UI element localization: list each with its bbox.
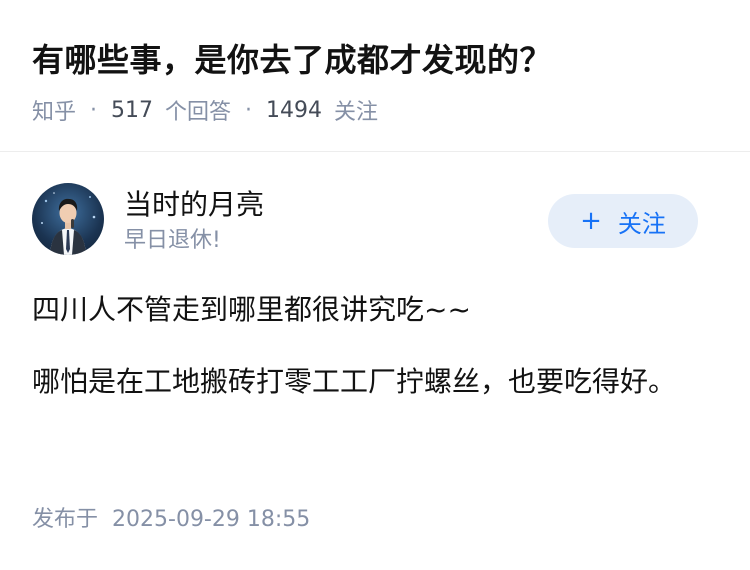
author-name[interactable]: 当时的月亮	[124, 185, 264, 225]
follow-button-label: 关注	[617, 209, 666, 238]
publish-time: 发布于 2025-09-29 18:55	[32, 502, 310, 538]
follower-count-label: 关注	[334, 100, 379, 125]
answer-count: 517	[111, 97, 154, 123]
follower-count: 1494	[266, 97, 323, 123]
question-header: 有哪些事，是你去了成都才发现的？ 知乎 · 517 个回答 · 1494 关注	[0, 0, 750, 152]
answer-paragraph: 四川人不管走到哪里都很讲究吃~~	[32, 293, 471, 326]
source-label[interactable]: 知乎	[32, 94, 76, 126]
question-title[interactable]: 有哪些事，是你去了成都才发现的？	[32, 36, 552, 84]
separator-dot: ·	[90, 97, 98, 123]
avatar[interactable]	[32, 183, 104, 255]
avatar-person-icon	[41, 192, 96, 255]
question-meta: 知乎 · 517 个回答 · 1494 关注	[32, 92, 378, 128]
publish-label: 发布于	[32, 507, 99, 532]
answer-content: 四川人不管走到哪里都很讲究吃~~ 哪怕是在工地搬砖打零工工厂拧螺丝，也要吃得好。	[32, 287, 692, 405]
answer-count-label: 个回答	[165, 100, 232, 125]
answer-paragraph: 哪怕是在工地搬砖打零工工厂拧螺丝，也要吃得好。	[32, 365, 677, 398]
follow-button[interactable]: + 关注	[548, 194, 698, 248]
author-bio: 早日退休!	[124, 228, 221, 253]
plus-icon: +	[580, 206, 602, 236]
separator-dot: ·	[245, 97, 253, 123]
publish-timestamp: 2025-09-29 18:55	[112, 507, 311, 532]
